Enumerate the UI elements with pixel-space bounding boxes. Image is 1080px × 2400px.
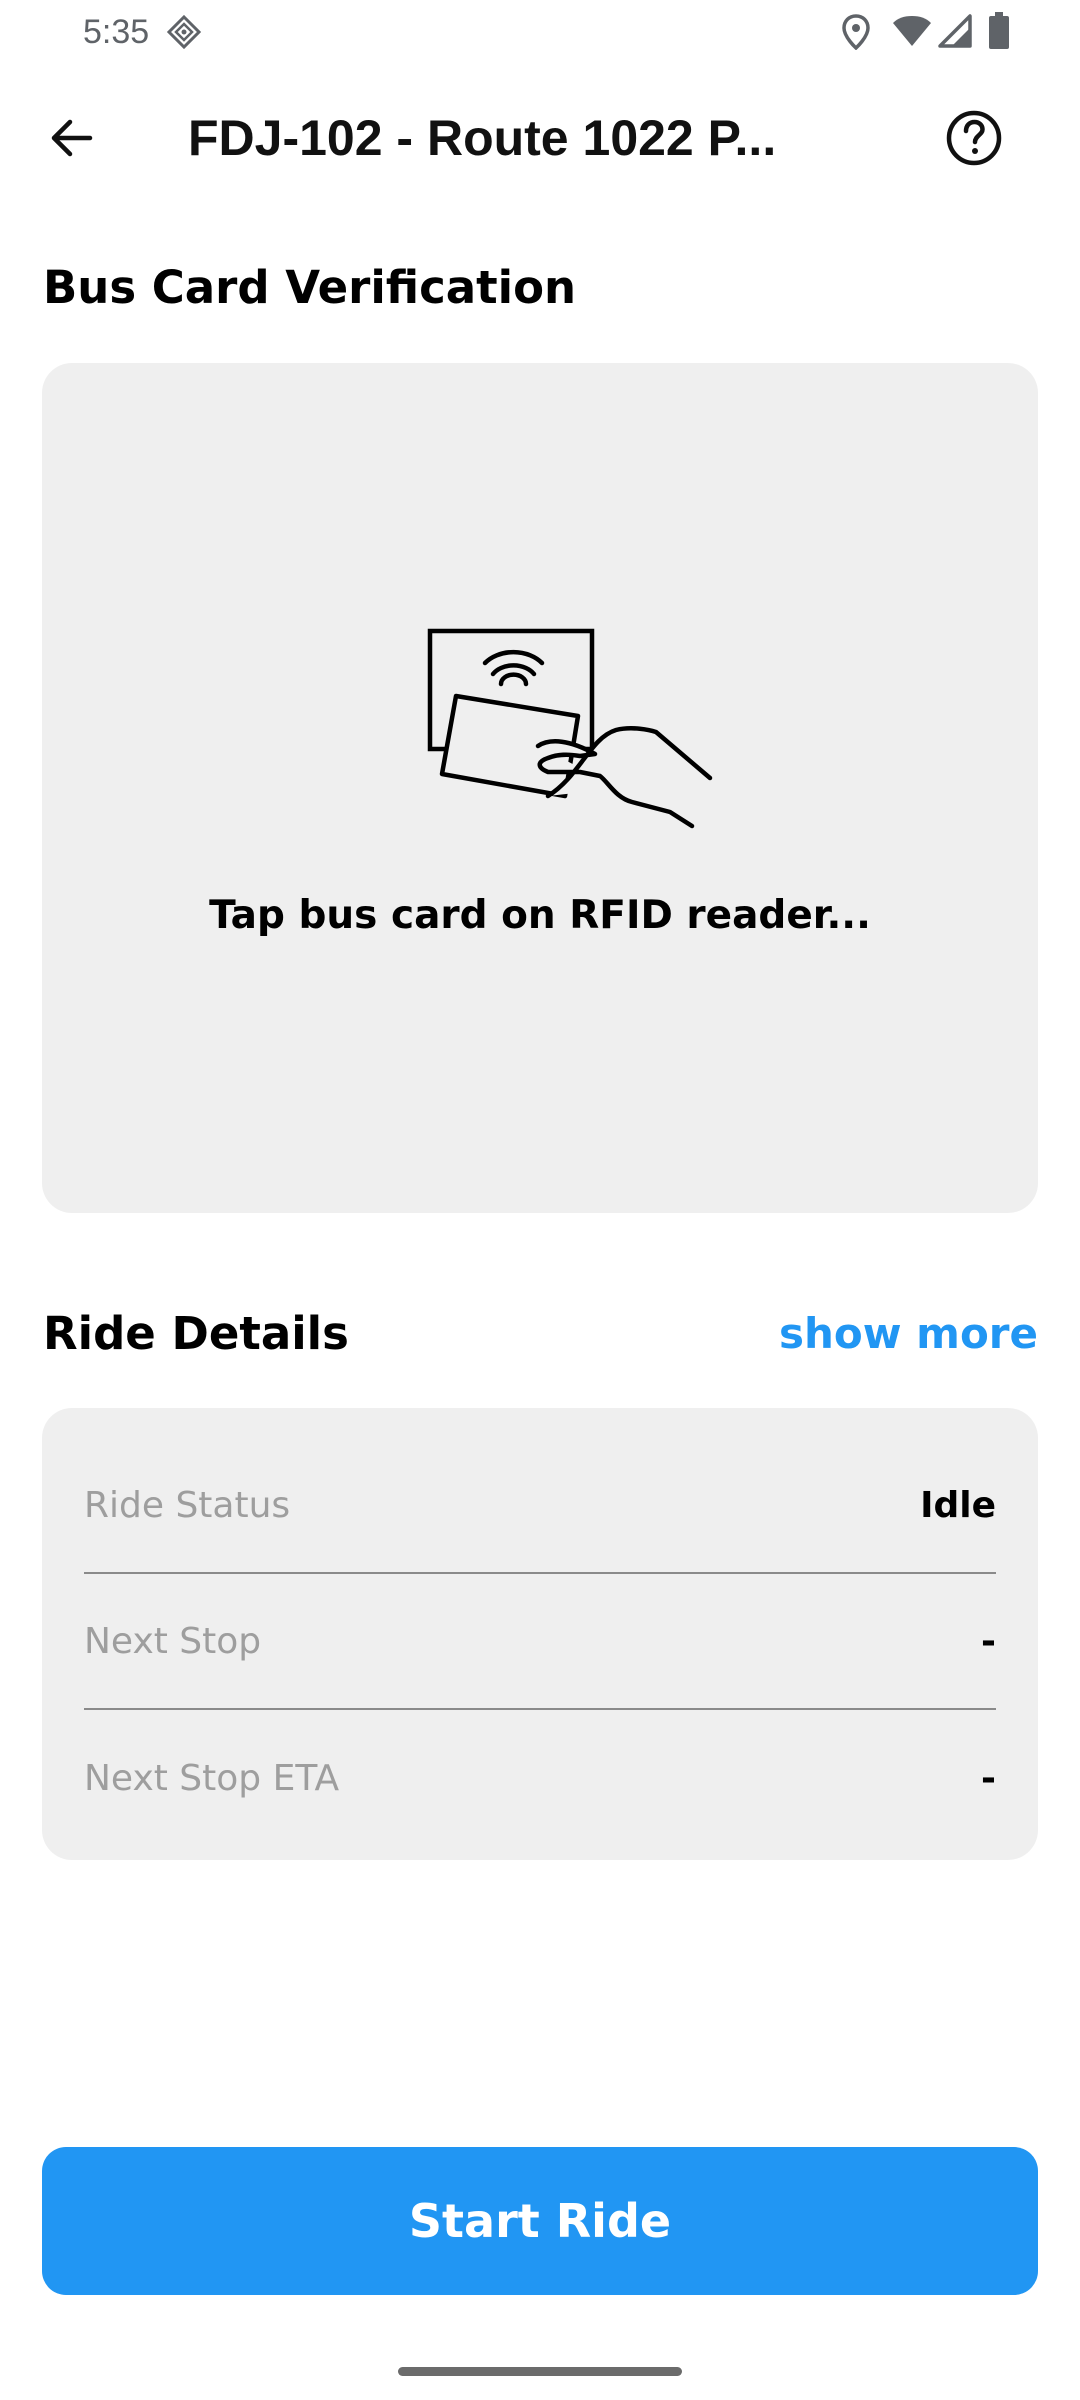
- help-circle-icon: [946, 110, 1002, 166]
- verification-heading: Bus Card Verification: [43, 261, 577, 314]
- sim-settings-icon: [166, 14, 202, 50]
- status-bar: 5:35: [0, 0, 1080, 64]
- next-stop-label: Next Stop: [84, 1621, 262, 1662]
- next-stop-eta-row: Next Stop ETA -: [84, 1749, 996, 1809]
- divider: [84, 1572, 996, 1574]
- page-title: FDJ-102 - Route 1022 P...: [188, 110, 777, 166]
- verification-card: Tap bus card on RFID reader...: [42, 363, 1038, 1213]
- next-stop-value: -: [981, 1621, 996, 1662]
- ride-details-heading: Ride Details: [43, 1307, 349, 1360]
- ride-status-value: Idle: [920, 1485, 996, 1526]
- next-stop-eta-label: Next Stop ETA: [84, 1758, 340, 1799]
- back-button[interactable]: [36, 102, 108, 174]
- show-more-link[interactable]: show more: [779, 1306, 1038, 1362]
- status-time: 5:35: [83, 13, 150, 51]
- ride-details-card: Ride Status Idle Next Stop - Next Stop E…: [42, 1408, 1038, 1860]
- battery-icon: [989, 12, 1009, 49]
- verification-prompt: Tap bus card on RFID reader...: [209, 893, 871, 938]
- tap-card-rfid-icon: [427, 628, 713, 829]
- ride-status-row: Ride Status Idle: [84, 1476, 996, 1536]
- home-indicator[interactable]: [398, 2367, 682, 2376]
- next-stop-eta-value: -: [981, 1758, 996, 1799]
- start-ride-button[interactable]: Start Ride: [42, 2147, 1038, 2295]
- app-bar: FDJ-102 - Route 1022 P...: [0, 64, 1080, 210]
- signal-icon: [938, 14, 972, 48]
- help-button[interactable]: [938, 102, 1010, 174]
- wifi-icon: [893, 16, 931, 46]
- next-stop-row: Next Stop -: [84, 1612, 996, 1672]
- ride-status-label: Ride Status: [84, 1485, 291, 1526]
- arrow-left-icon: [51, 119, 93, 157]
- divider: [84, 1708, 996, 1710]
- location-icon: [842, 14, 870, 50]
